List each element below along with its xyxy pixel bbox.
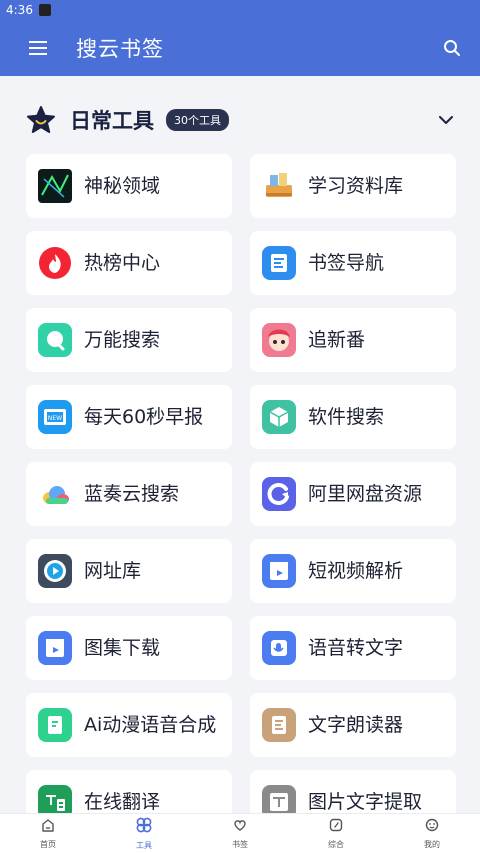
gallery-clapper-icon [38,631,72,665]
tool-card[interactable]: 文字朗读器 [250,693,456,757]
tool-grid: 神秘领域 学习资料库热榜中心 书签导航万能搜索 追新番 NEW 每天60秒早报 软件搜索蓝奏… [26,154,456,813]
profile-icon [424,817,440,837]
tool-card[interactable]: NEW 每天60秒早报 [26,385,232,449]
app-title: 搜云书签 [76,37,164,61]
status-bar: 4:36 [0,0,480,20]
tool-label: 语音转文字 [308,637,404,659]
bookmark-nav-icon [262,246,296,280]
tool-card[interactable]: 短视频解析 [250,539,456,603]
tool-label: 软件搜索 [308,406,385,428]
anime-icon [262,323,296,357]
tool-label: 在线翻译 [84,791,161,813]
cube-icon [262,400,296,434]
heart-icon [232,817,248,837]
tool-label: 阿里网盘资源 [308,483,423,505]
nav-item[interactable]: 书签 [192,814,288,853]
hamburger-menu-icon[interactable] [0,20,76,76]
nav-label: 首页 [40,840,56,849]
nav-label: 我的 [424,840,440,849]
tool-card[interactable]: 追新番 [250,308,456,372]
status-time: 4:36 [6,3,33,17]
tool-label: 文字朗读器 [308,714,404,736]
tool-label: 蓝奏云搜索 [84,483,180,505]
tool-label: Ai动漫语音合成 [84,714,217,736]
tool-card[interactable]: 神秘领域 [26,154,232,218]
main-content[interactable]: 日常工具 30个工具 神秘领域 学习资料库热榜中心 书签导航万能搜索 追新番 NEW 每天… [0,76,480,813]
nav-label: 书签 [232,840,248,849]
bottom-navigation: 首页 工具 书签 综合 我的 [0,813,480,853]
tool-label: 书签导航 [308,252,385,274]
tool-label: 图集下载 [84,637,161,659]
video-clapper-icon [262,554,296,588]
voice-to-text-icon [262,631,296,665]
app-bar: 搜云书签 [0,20,480,76]
star-icon [26,105,56,135]
tool-label: 每天60秒早报 [84,406,204,428]
tool-card[interactable]: 万能搜索 [26,308,232,372]
nav-label: 工具 [136,841,152,850]
tool-card[interactable]: 软件搜索 [250,385,456,449]
nav-item[interactable]: 我的 [384,814,480,853]
aliyun-drive-icon [262,477,296,511]
text-reader-icon [262,708,296,742]
tool-card[interactable]: 图集下载 [26,616,232,680]
tool-card[interactable]: 语音转文字 [250,616,456,680]
tool-label: 学习资料库 [308,175,404,197]
tool-label: 万能搜索 [84,329,161,351]
tool-card[interactable]: 阿里网盘资源 [250,462,456,526]
books-icon [262,169,296,203]
nav-item[interactable]: 工具 [96,814,192,853]
chevron-down-icon[interactable] [436,110,456,130]
tool-card[interactable]: 蓝奏云搜索 [26,462,232,526]
tool-card[interactable]: Ai动漫语音合成 [26,693,232,757]
flame-icon [38,246,72,280]
tool-card[interactable]: 书签导航 [250,231,456,295]
tool-count-badge: 30个工具 [166,109,229,131]
tool-label: 追新番 [308,329,366,351]
notification-icon [38,4,51,16]
tool-card[interactable]: 在线翻译 [26,770,232,813]
section-header[interactable]: 日常工具 30个工具 [0,100,480,140]
news-icon: NEW [38,400,72,434]
search-icon[interactable] [424,20,480,76]
play-circle-icon [38,554,72,588]
ai-voice-icon [38,708,72,742]
home-icon [40,817,56,837]
nav-item[interactable]: 首页 [0,814,96,853]
compass-icon [328,817,344,837]
clover-icon [135,816,153,838]
cloud-icon [38,477,72,511]
tool-card[interactable]: 网址库 [26,539,232,603]
tool-card[interactable]: 热榜中心 [26,231,232,295]
translate-icon [38,785,72,813]
search-bubble-icon [38,323,72,357]
tool-label: 图片文字提取 [308,791,423,813]
tool-label: 热榜中心 [84,252,161,274]
tool-card[interactable]: 学习资料库 [250,154,456,218]
image-ocr-icon [262,785,296,813]
mystery-icon [38,169,72,203]
section-title: 日常工具 [70,109,154,133]
tool-card[interactable]: 图片文字提取 [250,770,456,813]
svg-text:NEW: NEW [48,415,62,422]
nav-label: 综合 [328,840,344,849]
nav-item[interactable]: 综合 [288,814,384,853]
tool-label: 短视频解析 [308,560,404,582]
tool-label: 神秘领域 [84,175,161,197]
tool-label: 网址库 [84,560,142,582]
